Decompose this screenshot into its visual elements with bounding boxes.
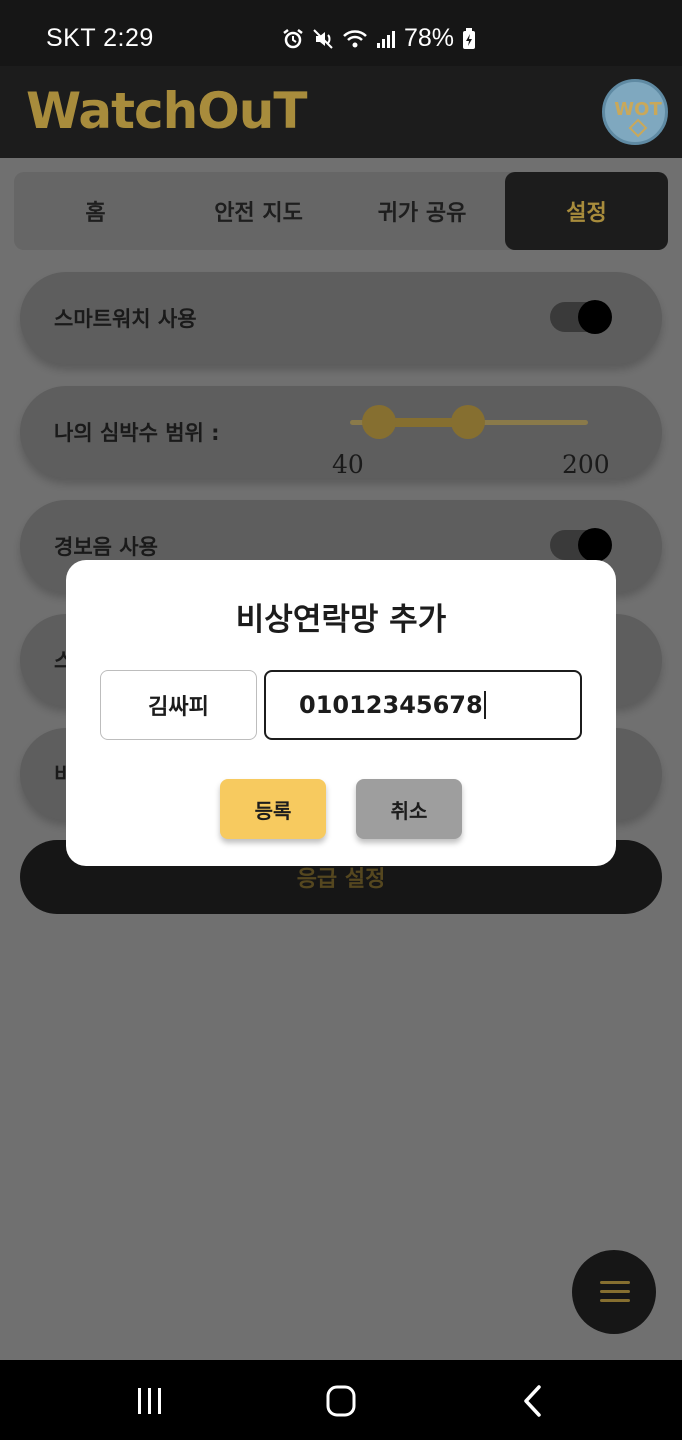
- smartwatch-toggle[interactable]: [550, 300, 612, 334]
- menu-fab[interactable]: [572, 1250, 656, 1334]
- battery-icon: [462, 27, 476, 50]
- tab-bar: 홈 안전 지도 귀가 공유 설정: [14, 172, 668, 250]
- brand-logo-text: WatchOuT: [26, 82, 307, 140]
- battery-percent: 78%: [404, 24, 455, 52]
- wifi-icon: [342, 28, 368, 50]
- app-header: WatchOuT WOT: [0, 66, 682, 158]
- wot-logo-icon[interactable]: WOT: [602, 79, 668, 145]
- recent-apps-icon[interactable]: [125, 1380, 175, 1422]
- logo-text: WOT: [614, 99, 662, 120]
- alarm-label: 경보음 사용: [54, 535, 158, 559]
- smartwatch-label: 스마트워치 사용: [54, 307, 197, 331]
- heart-rate-label: 나의 심박수 범위 :: [54, 421, 220, 445]
- status-bar: SKT 2:29 78%: [0, 0, 682, 66]
- tab-share-route[interactable]: 귀가 공유: [340, 172, 504, 250]
- toggle-knob: [578, 300, 612, 334]
- alarm-icon: [282, 28, 304, 50]
- signal-icon: [376, 29, 396, 49]
- cancel-button[interactable]: 취소: [356, 779, 462, 839]
- tab-safety-map[interactable]: 안전 지도: [177, 172, 340, 250]
- heart-rate-setting-card: 나의 심박수 범위 : 40 200: [20, 386, 662, 479]
- status-icons: 78%: [282, 24, 476, 53]
- mute-icon: [312, 28, 334, 50]
- alarm-toggle[interactable]: [550, 528, 612, 562]
- contact-name-input[interactable]: 김싸피: [100, 670, 257, 740]
- tab-settings[interactable]: 설정: [505, 172, 668, 250]
- text-caret: [483, 691, 486, 719]
- toggle-knob: [578, 528, 612, 562]
- contact-phone-value: 01012345678: [299, 691, 483, 719]
- tab-home[interactable]: 홈: [14, 172, 177, 250]
- register-button[interactable]: 등록: [220, 779, 326, 839]
- home-icon[interactable]: [316, 1380, 366, 1422]
- back-icon[interactable]: [508, 1380, 558, 1422]
- heart-rate-min-label: 40: [332, 450, 364, 479]
- dialog-title: 비상연락망 추가: [235, 602, 447, 638]
- heart-rate-max-thumb[interactable]: [451, 405, 485, 439]
- add-emergency-contact-dialog: 비상연락망 추가 김싸피 01012345678 등록 취소: [66, 560, 616, 866]
- heart-rate-max-label: 200: [562, 450, 610, 479]
- contact-phone-input[interactable]: 01012345678: [264, 670, 582, 740]
- system-nav-bar: [0, 1360, 682, 1440]
- status-carrier-time: SKT 2:29: [46, 24, 154, 52]
- smartwatch-setting-card: 스마트워치 사용: [20, 272, 662, 364]
- heart-rate-min-thumb[interactable]: [362, 405, 396, 439]
